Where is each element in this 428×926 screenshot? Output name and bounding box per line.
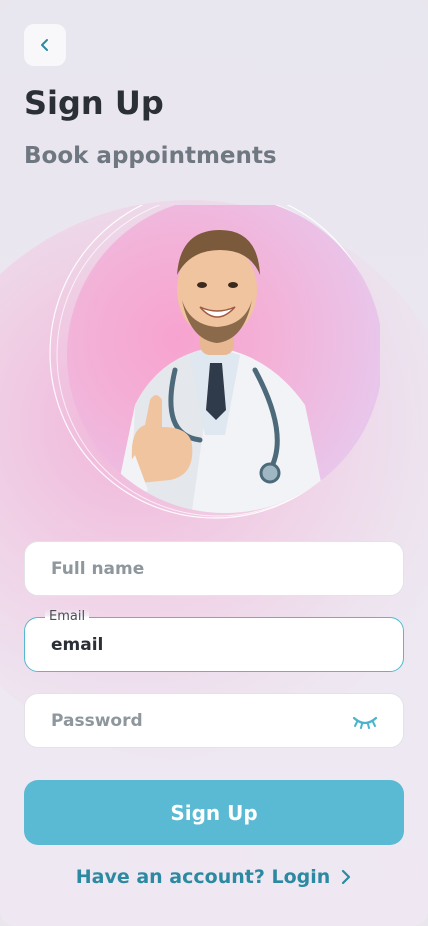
password-input[interactable]	[49, 709, 351, 732]
email-input[interactable]	[49, 633, 379, 656]
email-label: Email	[45, 609, 90, 624]
password-field[interactable]	[24, 693, 404, 748]
back-button[interactable]	[24, 24, 66, 66]
doctor-illustration	[49, 205, 380, 519]
email-field[interactable]: Email	[24, 609, 404, 672]
sign-up-screen: Sign Up Book appointments Full name Emai…	[0, 0, 428, 926]
password-toggle-button[interactable]	[351, 711, 379, 731]
login-link-label: Have an account? Login	[75, 866, 331, 888]
sign-up-button[interactable]: Sign Up	[24, 780, 404, 845]
page-subtitle: Book appointments	[24, 143, 277, 169]
login-link[interactable]: Have an account? Login	[0, 866, 428, 888]
chevron-left-icon	[41, 39, 48, 51]
eye-closed-icon	[352, 716, 378, 729]
page-title: Sign Up	[24, 84, 164, 122]
full-name-field[interactable]	[24, 541, 404, 596]
full-name-input[interactable]	[49, 557, 379, 580]
chevron-right-icon	[342, 869, 351, 885]
